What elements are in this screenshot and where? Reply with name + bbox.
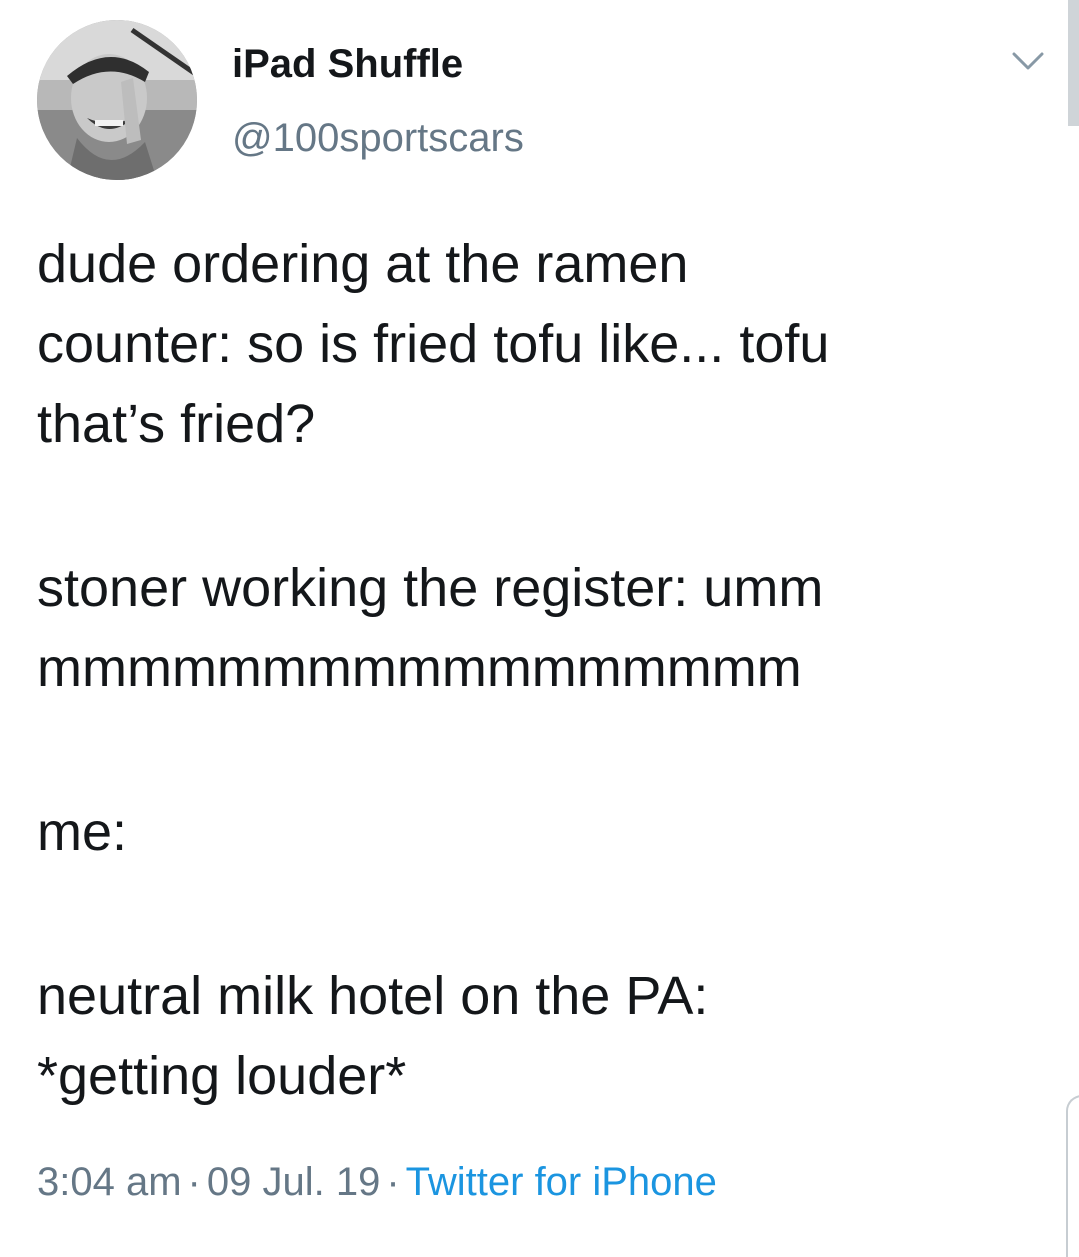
tweet-line: counter: so is fried tofu like... tofu [37, 314, 830, 374]
profile-photo [37, 20, 197, 180]
tweet-line: *getting louder* [37, 1046, 407, 1106]
next-card-edge [1066, 1095, 1079, 1257]
tweet-text: dude ordering at the ramen counter: so i… [37, 224, 1067, 1116]
tweet-card: iPad Shuffle @100sportscars dude orderin… [0, 0, 1079, 1257]
tweet-line: that’s fried? [37, 394, 316, 454]
tweet-meta: 3:04 am · 09 Jul. 19 · Twitter for iPhone [37, 1156, 717, 1208]
meta-separator: · [187, 1160, 201, 1204]
meta-separator: · [386, 1160, 400, 1204]
chevron-down-icon[interactable] [1008, 44, 1048, 80]
scrollbar[interactable] [1068, 0, 1079, 126]
tweet-date[interactable]: 09 Jul. 19 [207, 1160, 380, 1204]
avatar[interactable] [37, 20, 197, 180]
tweet-line: dude ordering at the ramen [37, 234, 689, 294]
user-handle[interactable]: @100sportscars [232, 112, 524, 164]
tweet-line: neutral milk hotel on the PA: [37, 966, 709, 1026]
tweet-line: mmmmmmmmmmmmmmmmm [37, 638, 802, 698]
tweet-time[interactable]: 3:04 am [37, 1160, 182, 1204]
tweet-line: me: [37, 802, 128, 862]
display-name[interactable]: iPad Shuffle [232, 38, 463, 90]
tweet-source-link[interactable]: Twitter for iPhone [406, 1160, 717, 1204]
tweet-line: stoner working the register: umm [37, 558, 824, 618]
